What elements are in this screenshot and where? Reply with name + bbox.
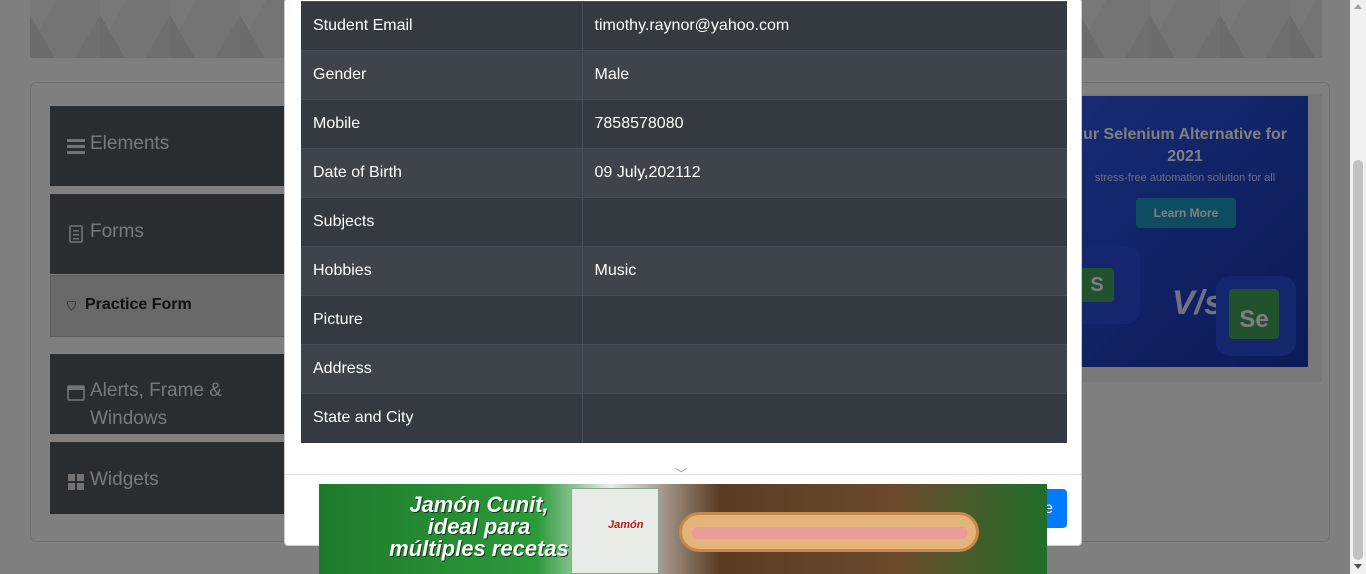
row-label: Picture	[301, 295, 583, 345]
table-row: Picture	[301, 295, 1067, 345]
submission-results-modal: Student Email timothy.raynor@yahoo.com Gen…	[284, 0, 1082, 546]
table-row: Hobbies Music	[301, 246, 1067, 296]
table-row: Subjects	[301, 197, 1067, 247]
row-value	[582, 344, 1067, 394]
row-label: Address	[301, 344, 583, 394]
table-row: Address	[301, 344, 1067, 394]
ham-package-image: Jamón	[571, 488, 659, 574]
sandwich-image	[679, 512, 979, 552]
row-value: 09 July,202112	[582, 148, 1067, 198]
pack-label: Jamón	[608, 519, 644, 531]
table-row: Gender Male	[301, 50, 1067, 100]
row-value: 7858578080	[582, 99, 1067, 149]
row-value	[582, 393, 1067, 443]
page-scrollbar[interactable]	[1350, 0, 1366, 574]
row-label: State and City	[301, 393, 583, 443]
ad-headline: Jamón Cunit, ideal para múltiples receta…	[389, 492, 569, 561]
row-label: Date of Birth	[301, 148, 583, 198]
table-row: State and City	[301, 393, 1067, 443]
row-value: timothy.raynor@yahoo.com	[582, 1, 1067, 51]
row-label: Mobile	[301, 99, 583, 149]
row-label: Student Email	[301, 1, 583, 51]
table-row: Date of Birth 09 July,202112	[301, 148, 1067, 198]
row-value	[582, 197, 1067, 247]
bottom-ad-banner[interactable]: Jamón Cunit, ideal para múltiples receta…	[319, 484, 1047, 574]
row-label: Gender	[301, 50, 583, 100]
scroll-up-icon[interactable]	[1354, 4, 1362, 9]
table-row: Mobile 7858578080	[301, 99, 1067, 149]
row-value: Music	[582, 246, 1067, 296]
modal-footer-divider	[285, 474, 1081, 475]
row-label: Subjects	[301, 197, 583, 247]
row-label: Hobbies	[301, 246, 583, 296]
row-value	[582, 295, 1067, 345]
scroll-down-icon[interactable]	[1354, 564, 1362, 569]
row-value: Male	[582, 50, 1067, 100]
results-table: Student Email timothy.raynor@yahoo.com Gen…	[301, 1, 1067, 443]
scroll-thumb[interactable]	[1353, 160, 1363, 560]
table-row: Student Email timothy.raynor@yahoo.com	[301, 1, 1067, 51]
